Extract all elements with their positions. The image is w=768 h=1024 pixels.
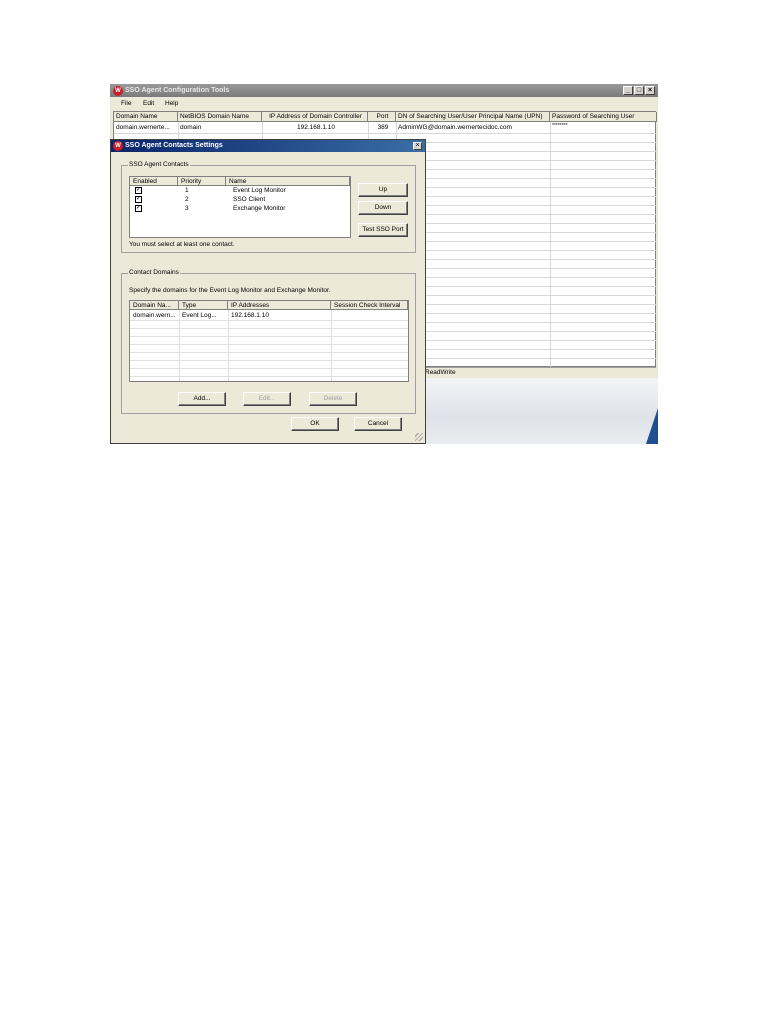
domains-row-line — [130, 360, 408, 361]
menu-file[interactable]: File — [121, 100, 131, 107]
dialog-close-button[interactable]: × — [413, 142, 422, 150]
contacts-list[interactable]: Enabled Priority Name ✓ 1 Event Log Moni… — [129, 176, 351, 238]
grid-cell: domain.wernerte... — [116, 124, 170, 131]
domains-header-domain[interactable]: Domain Na... — [130, 301, 179, 310]
grid-header-domain-name[interactable]: Domain Name — [114, 112, 178, 122]
domains-list[interactable]: Domain Na... Type IP Addresses Session C… — [129, 300, 409, 382]
grid-cell: domain — [180, 124, 202, 131]
menubar: File Edit Help — [110, 97, 658, 111]
contact-name: Exchange Monitor — [233, 205, 286, 212]
contacts-header-enabled[interactable]: Enabled — [130, 177, 178, 186]
dialog-title: SSO Agent Contacts Settings — [125, 142, 223, 149]
contact-name: Event Log Monitor — [233, 187, 286, 194]
grid-header-ip[interactable]: IP Address of Domain Controller — [262, 112, 368, 122]
grid-col-line — [550, 122, 551, 368]
contacts-header-priority[interactable]: Priority — [178, 177, 226, 186]
contacts-header-name[interactable]: Name — [226, 177, 350, 186]
delete-domain-button[interactable]: Delete — [309, 392, 357, 406]
grid-header-dn[interactable]: DN of Searching User/User Principal Name… — [396, 112, 550, 122]
maximize-button[interactable]: □ — [634, 86, 644, 95]
domains-row-line — [130, 376, 408, 377]
menu-help[interactable]: Help — [165, 100, 178, 107]
domains-col-line — [228, 310, 229, 381]
domains-header-type[interactable]: Type — [179, 301, 228, 310]
enabled-checkbox[interactable]: ✓ — [135, 187, 142, 194]
dialog-titlebar[interactable]: W SSO Agent Contacts Settings × — [111, 140, 425, 152]
domains-row-line — [130, 368, 408, 369]
add-domain-button[interactable]: Add... — [178, 392, 226, 406]
grid-header-password[interactable]: Password of Searching User — [550, 112, 657, 122]
domains-col-line — [331, 310, 332, 381]
contact-name: SSO Client — [233, 196, 266, 203]
app-logo-icon: W — [113, 85, 123, 96]
grid-cell: 389 — [377, 124, 389, 131]
enabled-checkbox[interactable]: ✓ — [135, 196, 142, 203]
domains-header-ip[interactable]: IP Addresses — [228, 301, 331, 310]
app-title: SSO Agent Configuration Tools — [125, 87, 230, 94]
cancel-button[interactable]: Cancel — [354, 417, 402, 431]
interval-cell — [331, 311, 408, 320]
up-button[interactable]: Up — [358, 183, 408, 197]
domains-row-line — [130, 352, 408, 353]
grid-header-netbios[interactable]: NetBIOS Domain Name — [178, 112, 262, 122]
status-text: ReadWrite — [425, 369, 456, 376]
contact-priority: 2 — [185, 196, 189, 203]
domains-header-interval[interactable]: Session Check Interval — [331, 301, 408, 310]
grid-cell: ******** — [552, 123, 568, 129]
ok-button[interactable]: OK — [291, 417, 339, 431]
background-shape — [646, 408, 658, 444]
domain-cell: domain.wern... — [133, 312, 176, 319]
contacts-group-label: SSO Agent Contacts — [128, 161, 190, 168]
domains-col-line — [179, 310, 180, 381]
type-cell: Event Log... — [182, 312, 217, 319]
grid-cell: AdminWG@domain.wernertecidoc.com — [398, 124, 512, 131]
domains-row-line — [130, 344, 408, 345]
domains-row-line — [130, 328, 408, 329]
menu-edit[interactable]: Edit — [143, 100, 154, 107]
minimize-button[interactable]: _ — [623, 86, 633, 95]
enabled-checkbox[interactable]: ✓ — [135, 205, 142, 212]
resize-grip-icon[interactable] — [415, 433, 423, 441]
down-button[interactable]: Down — [358, 201, 408, 215]
grid-header-port[interactable]: Port — [368, 112, 396, 122]
domains-row-line — [130, 320, 408, 321]
domains-row-line — [130, 336, 408, 337]
grid-cell: 192.168.1.10 — [297, 124, 335, 131]
edit-domain-button[interactable]: Edit... — [243, 392, 291, 406]
ip-cell: 192.168.1.10 — [231, 312, 269, 319]
close-button[interactable]: × — [645, 86, 655, 95]
contact-priority: 1 — [185, 187, 189, 194]
app-titlebar[interactable]: W SSO Agent Configuration Tools _ □ × — [110, 84, 658, 97]
dialog-logo-icon: W — [113, 141, 123, 151]
contacts-settings-dialog: W SSO Agent Contacts Settings × SSO Agen… — [110, 139, 426, 444]
test-sso-port-button[interactable]: Test SSO Port — [358, 223, 408, 237]
contact-priority: 3 — [185, 205, 189, 212]
domains-description: Specify the domains for the Event Log Mo… — [129, 287, 331, 294]
domains-group-label: Contact Domains — [128, 269, 180, 276]
grid-row-line — [114, 133, 657, 134]
domains-group: Contact Domains Specify the domains for … — [121, 269, 416, 414]
contacts-group: SSO Agent Contacts Enabled Priority Name… — [121, 161, 416, 253]
contacts-hint: You must select at least one contact. — [129, 241, 235, 248]
